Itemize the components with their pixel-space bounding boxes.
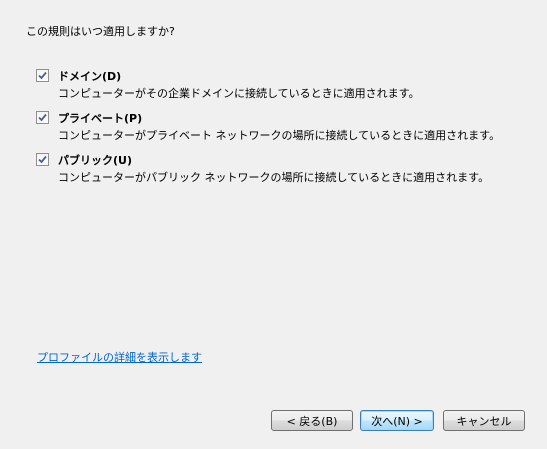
- private-description: コンピューターがプライベート ネットワークの場所に接続しているときに適用されます…: [58, 129, 501, 142]
- private-checkbox[interactable]: [36, 111, 49, 124]
- option-domain[interactable]: ドメイン(D) コンピューターがその企業ドメインに接続しているときに適用されます…: [36, 68, 420, 101]
- cancel-button[interactable]: キャンセル: [443, 410, 525, 431]
- checkmark-icon: [38, 113, 47, 122]
- question-text: この規則はいつ適用しますか?: [26, 25, 175, 38]
- private-title: プライベート(P): [58, 111, 143, 125]
- public-description: コンピューターがパブリック ネットワークの場所に接続しているときに適用されます。: [58, 171, 490, 184]
- option-public[interactable]: パブリック(U) コンピューターがパブリック ネットワークの場所に接続していると…: [36, 152, 489, 185]
- back-button[interactable]: < 戻る(B): [271, 410, 353, 431]
- next-button[interactable]: 次へ(N) >: [360, 410, 434, 431]
- option-private[interactable]: プライベート(P) コンピューターがプライベート ネットワークの場所に接続してい…: [36, 110, 500, 143]
- public-checkbox[interactable]: [36, 153, 49, 166]
- domain-title: ドメイン(D): [58, 69, 122, 83]
- public-title: パブリック(U): [58, 153, 132, 167]
- checkmark-icon: [38, 71, 47, 80]
- checkmark-icon: [38, 155, 47, 164]
- domain-description: コンピューターがその企業ドメインに接続しているときに適用されます。: [58, 87, 420, 100]
- profile-details-link[interactable]: プロファイルの詳細を表示します: [37, 349, 202, 365]
- domain-checkbox[interactable]: [36, 69, 49, 82]
